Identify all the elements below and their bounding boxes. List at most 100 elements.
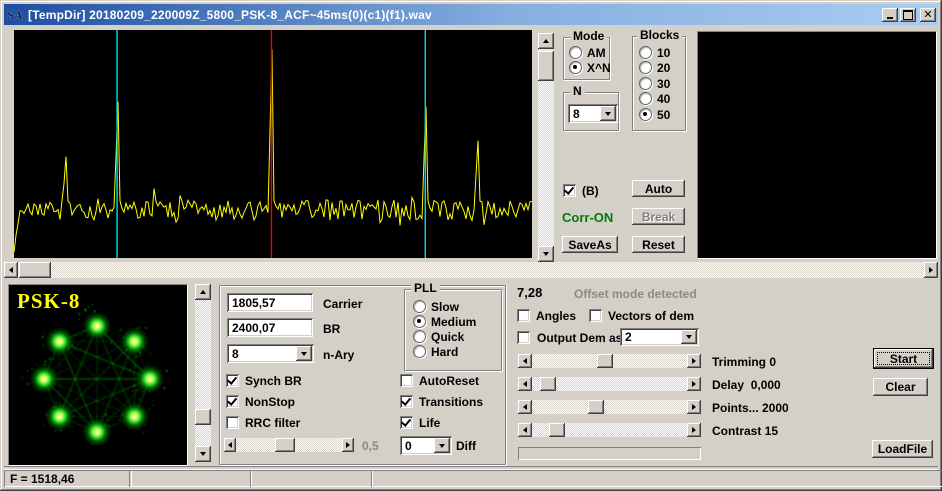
radio-mode-am[interactable]: AM <box>569 46 606 59</box>
radio-pll-slow[interactable]: Slow <box>413 300 459 313</box>
scroll-track[interactable] <box>532 354 687 368</box>
scroll-track[interactable] <box>538 49 554 246</box>
dropdown-button[interactable] <box>434 438 450 453</box>
scroll-left-button[interactable] <box>518 354 532 368</box>
rrc-rolloff-slider[interactable] <box>224 438 354 452</box>
dropdown-button[interactable] <box>600 106 616 121</box>
scroll-thumb[interactable] <box>275 438 295 452</box>
contrast-slider[interactable] <box>518 423 701 437</box>
transitions-label: Transitions <box>419 395 484 409</box>
radio-mode-xn[interactable]: X^N <box>569 61 611 74</box>
scroll-track[interactable] <box>195 300 211 446</box>
trimming-label: Trimming 0 <box>712 355 777 369</box>
output-dem-as-combobox[interactable]: 2 <box>620 328 699 346</box>
constellation-scrollbar[interactable] <box>195 284 211 462</box>
maximize-button[interactable] <box>900 7 916 22</box>
radio-pll-quick[interactable]: Quick <box>413 330 464 343</box>
output-dem-as-label: Output Dem as <box>537 331 623 345</box>
scroll-down-button[interactable] <box>195 446 211 462</box>
minimize-button[interactable] <box>882 7 898 22</box>
scroll-track[interactable] <box>532 400 687 414</box>
scroll-track[interactable] <box>532 377 687 391</box>
plot-vertical-scrollbar[interactable] <box>538 33 554 262</box>
scroll-right-button[interactable] <box>342 438 354 452</box>
n-combobox[interactable]: 8 <box>568 104 618 123</box>
output-dem-as-checkbox[interactable] <box>517 331 530 344</box>
scroll-left-button[interactable] <box>224 438 236 452</box>
points-slider[interactable] <box>518 400 701 414</box>
saveas-button[interactable]: SaveAs <box>562 236 618 253</box>
demod-params-group: 1805,57 Carrier 2400,07 BR 8 n-Ary PLL S… <box>219 282 506 465</box>
app-window: SA [TempDir] 20180209_220009Z_5800_PSK-8… <box>0 0 942 491</box>
rrc-filter-checkbox[interactable] <box>226 416 239 429</box>
angles-checkbox[interactable] <box>517 309 530 322</box>
arrow-right-icon <box>692 427 696 433</box>
acf-plot[interactable] <box>13 30 533 258</box>
life-checkbox[interactable] <box>400 416 413 429</box>
delay-slider[interactable] <box>518 377 701 391</box>
scroll-right-button[interactable] <box>687 377 701 391</box>
scroll-thumb[interactable] <box>588 400 604 414</box>
trimming-slider[interactable] <box>518 354 701 368</box>
reset-button[interactable]: Reset <box>632 236 685 253</box>
scroll-thumb[interactable] <box>19 262 51 278</box>
titlebar[interactable]: SA [TempDir] 20180209_220009Z_5800_PSK-8… <box>4 4 938 25</box>
radio-pll-hard[interactable]: Hard <box>413 345 458 358</box>
mode-group: Mode AM X^N <box>563 30 611 80</box>
clear-button[interactable]: Clear <box>873 378 928 396</box>
close-button[interactable]: ✕ <box>920 7 936 22</box>
scroll-left-button[interactable] <box>518 377 532 391</box>
synch-br-checkbox[interactable] <box>226 374 239 387</box>
scroll-right-button[interactable] <box>687 354 701 368</box>
dropdown-button[interactable] <box>681 330 697 344</box>
scroll-track[interactable] <box>532 423 687 437</box>
scroll-up-button[interactable] <box>195 284 211 300</box>
plot-horizontal-scrollbar[interactable] <box>4 262 938 278</box>
rrc-filter-label: RRC filter <box>245 416 301 430</box>
diff-combobox[interactable]: 0 <box>400 436 452 455</box>
auto-button[interactable]: Auto <box>632 180 685 197</box>
scroll-right-button[interactable] <box>687 400 701 414</box>
scroll-left-button[interactable] <box>518 423 532 437</box>
scroll-thumb[interactable] <box>549 423 565 437</box>
b-checkbox[interactable] <box>563 184 576 197</box>
minimize-icon <box>887 17 893 19</box>
chevron-down-icon <box>301 351 307 356</box>
scroll-left-button[interactable] <box>4 262 18 278</box>
scroll-thumb[interactable] <box>540 377 556 391</box>
dropdown-button[interactable] <box>296 346 312 361</box>
constellation-type-label: PSK-8 <box>17 289 81 313</box>
synch-br-label: Synch BR <box>245 374 302 388</box>
scroll-thumb[interactable] <box>195 409 211 425</box>
scroll-track[interactable] <box>18 262 924 278</box>
start-button[interactable]: Start <box>873 348 934 369</box>
vectors-of-dem-label: Vectors of dem <box>608 309 695 323</box>
radio-blocks-10[interactable]: 10 <box>639 46 670 59</box>
chevron-down-icon <box>439 443 445 448</box>
radio-blocks-20[interactable]: 20 <box>639 61 670 74</box>
carrier-input[interactable]: 1805,57 <box>227 293 313 312</box>
radio-blocks-40[interactable]: 40 <box>639 92 670 105</box>
radio-pll-medium[interactable]: Medium <box>413 315 476 328</box>
scroll-thumb[interactable] <box>538 51 554 81</box>
arrow-right-icon <box>692 358 696 364</box>
nary-combobox[interactable]: 8 <box>227 344 314 363</box>
angles-label: Angles <box>536 309 577 323</box>
scroll-up-button[interactable] <box>538 33 554 49</box>
scroll-left-button[interactable] <box>518 400 532 414</box>
diff-combobox-value: 0 <box>405 438 412 453</box>
vectors-of-dem-checkbox[interactable] <box>589 309 602 322</box>
radio-blocks-50[interactable]: 50 <box>639 108 670 121</box>
scroll-thumb[interactable] <box>597 354 613 368</box>
scroll-right-button[interactable] <box>924 262 938 278</box>
nonstop-checkbox[interactable] <box>226 395 239 408</box>
transitions-checkbox[interactable] <box>400 395 413 408</box>
br-input[interactable]: 2400,07 <box>227 318 313 337</box>
radio-blocks-30[interactable]: 30 <box>639 77 670 90</box>
scroll-track[interactable] <box>236 438 342 452</box>
loadfile-button[interactable]: LoadFile <box>872 440 933 458</box>
scroll-right-button[interactable] <box>687 423 701 437</box>
scroll-down-button[interactable] <box>538 246 554 262</box>
arrow-left-icon <box>523 404 527 410</box>
autoreset-checkbox[interactable] <box>400 374 413 387</box>
